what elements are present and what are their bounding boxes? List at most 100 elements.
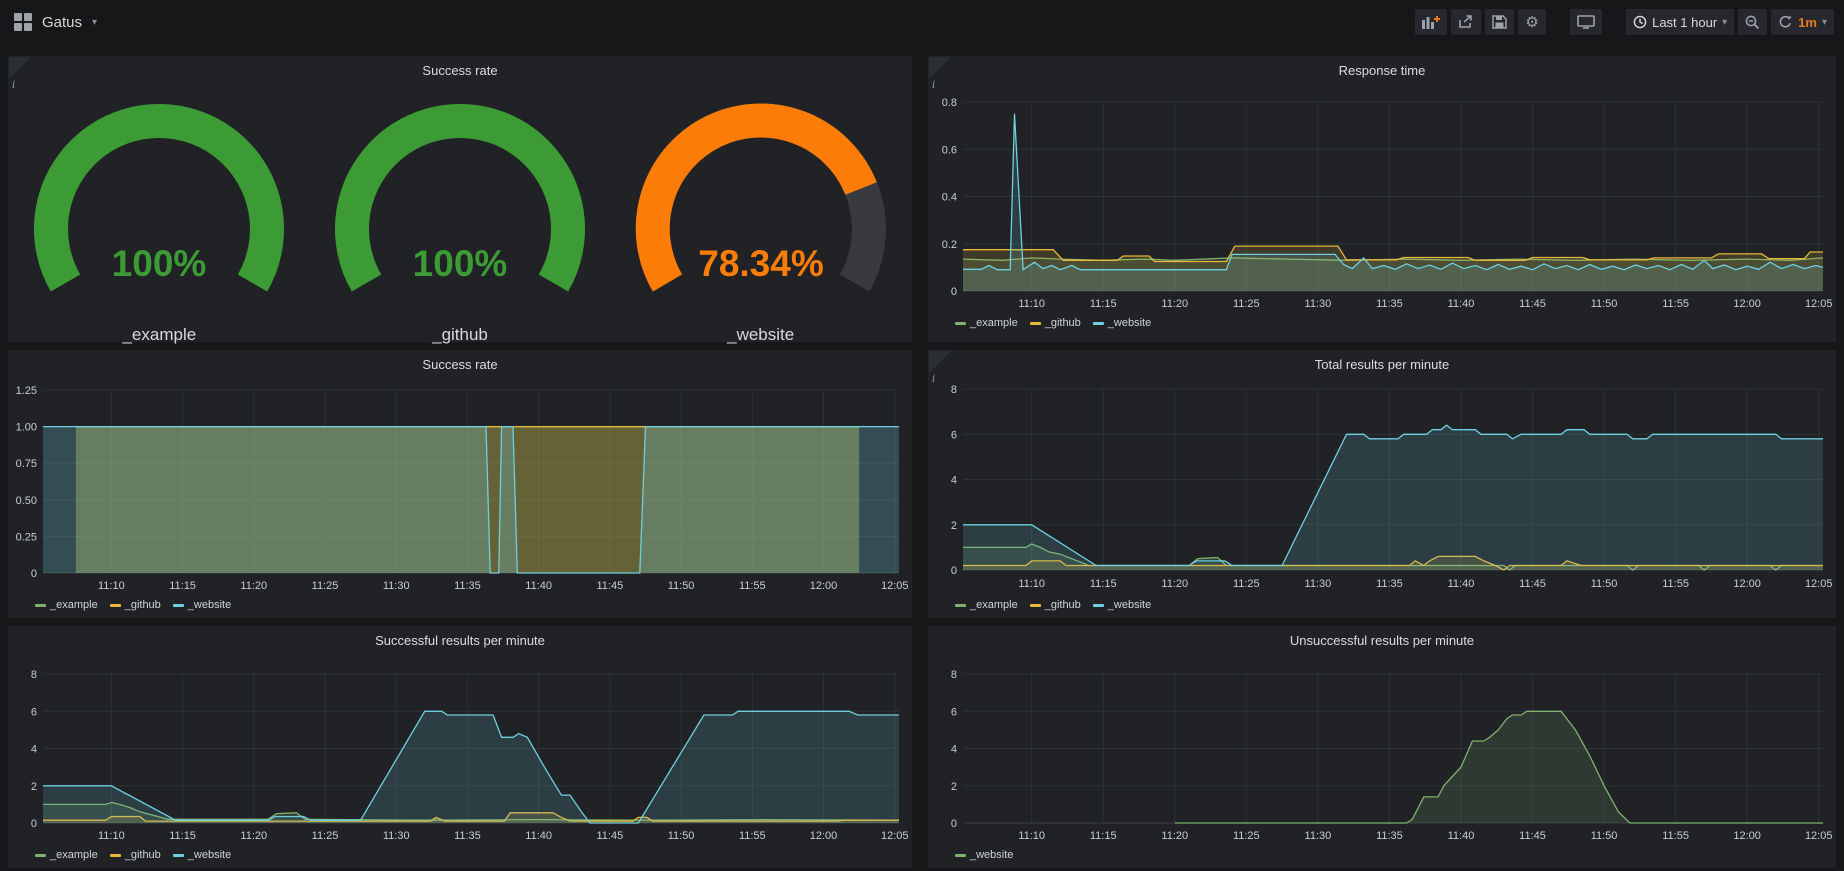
svg-text:11:45: 11:45 bbox=[1519, 578, 1546, 590]
svg-text:12:00: 12:00 bbox=[1733, 578, 1761, 590]
share-button[interactable] bbox=[1451, 9, 1481, 35]
svg-text:0: 0 bbox=[31, 818, 37, 830]
legend-item[interactable]: _website bbox=[1093, 317, 1151, 329]
svg-text:0: 0 bbox=[951, 565, 957, 577]
chart-legend: _example _github _website bbox=[35, 849, 231, 861]
share-icon bbox=[1458, 15, 1474, 29]
svg-text:0.2: 0.2 bbox=[942, 239, 957, 251]
svg-text:12:05: 12:05 bbox=[1805, 298, 1833, 310]
legend-color-dash bbox=[1093, 322, 1104, 325]
legend-label: _example bbox=[970, 317, 1018, 329]
legend-item[interactable]: _github bbox=[110, 849, 161, 861]
svg-text:11:25: 11:25 bbox=[312, 580, 339, 592]
legend-color-dash bbox=[110, 604, 121, 607]
svg-text:11:45: 11:45 bbox=[597, 830, 624, 842]
add-panel-button[interactable] bbox=[1415, 9, 1447, 35]
zoom-out-button[interactable] bbox=[1738, 9, 1767, 35]
svg-text:6: 6 bbox=[31, 706, 37, 718]
legend-item[interactable]: _github bbox=[110, 599, 161, 611]
svg-text:11:45: 11:45 bbox=[597, 580, 624, 592]
svg-text:12:00: 12:00 bbox=[810, 580, 838, 592]
svg-text:11:30: 11:30 bbox=[383, 580, 410, 592]
legend-item[interactable]: _github bbox=[1030, 599, 1081, 611]
settings-button[interactable]: ⚙ bbox=[1518, 9, 1546, 35]
svg-text:11:20: 11:20 bbox=[1161, 298, 1188, 310]
legend-label: _github bbox=[1045, 317, 1081, 329]
gauge-_website: 78.34%_website bbox=[610, 81, 911, 343]
legend-item[interactable]: _example bbox=[35, 849, 98, 861]
svg-text:6: 6 bbox=[951, 706, 957, 718]
svg-text:11:35: 11:35 bbox=[454, 830, 481, 842]
successful-results-chart[interactable]: 11:1011:1511:2011:2511:3011:3511:4011:45… bbox=[9, 627, 913, 869]
svg-text:8: 8 bbox=[951, 669, 957, 681]
unsuccessful-results-chart[interactable]: 11:1011:1511:2011:2511:3011:3511:4011:45… bbox=[929, 627, 1837, 869]
monitor-icon bbox=[1577, 15, 1595, 29]
apps-grid-icon[interactable] bbox=[14, 13, 32, 31]
svg-text:11:15: 11:15 bbox=[1090, 298, 1117, 310]
navbar: Gatus ▾ ⚙ bbox=[0, 0, 1844, 44]
svg-text:11:10: 11:10 bbox=[1018, 830, 1045, 842]
legend-color-dash bbox=[1030, 604, 1041, 607]
svg-text:11:40: 11:40 bbox=[1448, 578, 1475, 590]
chevron-down-icon: ▾ bbox=[1722, 17, 1727, 28]
panel-success-rate-graph: Success rate 11:1011:1511:2011:2511:3011… bbox=[8, 350, 912, 618]
legend-item[interactable]: _github bbox=[1030, 317, 1081, 329]
svg-text:11:20: 11:20 bbox=[240, 830, 267, 842]
refresh-icon bbox=[1778, 15, 1793, 29]
svg-text:11:35: 11:35 bbox=[1376, 578, 1403, 590]
legend-item[interactable]: _website bbox=[955, 849, 1013, 861]
svg-text:2: 2 bbox=[31, 781, 37, 793]
svg-text:0.75: 0.75 bbox=[16, 458, 37, 470]
save-button[interactable] bbox=[1485, 9, 1514, 35]
svg-text:11:30: 11:30 bbox=[1305, 578, 1332, 590]
svg-text:11:25: 11:25 bbox=[1233, 578, 1260, 590]
gauge-group: 100%_example100%_github78.34%_website bbox=[9, 81, 911, 343]
legend-item[interactable]: _example bbox=[955, 599, 1018, 611]
dashboard-title[interactable]: Gatus bbox=[42, 14, 82, 31]
total-results-chart[interactable]: 11:1011:1511:2011:2511:3011:3511:4011:45… bbox=[929, 351, 1837, 619]
gauge-_example: 100%_example bbox=[9, 81, 310, 343]
panel-total-results: i Total results per minute 11:1011:1511:… bbox=[928, 350, 1836, 618]
gauge-series-label: _website bbox=[610, 325, 911, 345]
zoom-out-icon bbox=[1745, 15, 1760, 30]
tv-mode-button[interactable] bbox=[1570, 9, 1602, 35]
svg-text:11:40: 11:40 bbox=[1448, 830, 1475, 842]
legend-item[interactable]: _website bbox=[1093, 599, 1151, 611]
svg-text:11:55: 11:55 bbox=[739, 580, 766, 592]
svg-text:11:30: 11:30 bbox=[383, 830, 410, 842]
svg-text:11:45: 11:45 bbox=[1519, 298, 1546, 310]
svg-text:11:55: 11:55 bbox=[739, 830, 766, 842]
svg-text:2: 2 bbox=[951, 520, 957, 532]
legend-item[interactable]: _example bbox=[955, 317, 1018, 329]
gauge-series-label: _example bbox=[9, 325, 310, 345]
svg-text:11:25: 11:25 bbox=[1233, 830, 1260, 842]
legend-item[interactable]: _website bbox=[173, 849, 231, 861]
gauge-_github: 100%_github bbox=[310, 81, 611, 343]
panel-success-rate-gauges: i Success rate 100%_example100%_github78… bbox=[8, 56, 912, 342]
svg-text:11:30: 11:30 bbox=[1305, 298, 1332, 310]
panel-title[interactable]: Success rate bbox=[9, 63, 911, 78]
chevron-down-icon[interactable]: ▾ bbox=[92, 17, 97, 28]
legend-item[interactable]: _website bbox=[173, 599, 231, 611]
refresh-button[interactable]: 1m ▾ bbox=[1771, 9, 1834, 35]
response-time-chart[interactable]: 11:1011:1511:2011:2511:3011:3511:4011:45… bbox=[929, 57, 1837, 343]
svg-text:11:30: 11:30 bbox=[1305, 830, 1332, 842]
legend-color-dash bbox=[955, 854, 966, 857]
svg-text:11:10: 11:10 bbox=[98, 580, 125, 592]
svg-text:11:15: 11:15 bbox=[1090, 830, 1117, 842]
svg-text:11:40: 11:40 bbox=[1448, 298, 1475, 310]
bar-chart-plus-icon bbox=[1422, 15, 1440, 29]
gear-icon: ⚙ bbox=[1525, 15, 1538, 30]
legend-color-dash bbox=[35, 854, 46, 857]
svg-text:11:15: 11:15 bbox=[169, 580, 196, 592]
svg-text:12:05: 12:05 bbox=[1805, 578, 1833, 590]
svg-text:8: 8 bbox=[31, 669, 37, 681]
legend-color-dash bbox=[955, 604, 966, 607]
legend-item[interactable]: _example bbox=[35, 599, 98, 611]
legend-label: _website bbox=[1108, 599, 1151, 611]
success-rate-chart[interactable]: 11:1011:1511:2011:2511:3011:3511:4011:45… bbox=[9, 351, 913, 619]
legend-color-dash bbox=[1030, 322, 1041, 325]
svg-text:11:40: 11:40 bbox=[525, 830, 552, 842]
svg-text:0: 0 bbox=[951, 286, 957, 298]
time-range-picker[interactable]: Last 1 hour ▾ bbox=[1626, 9, 1734, 35]
